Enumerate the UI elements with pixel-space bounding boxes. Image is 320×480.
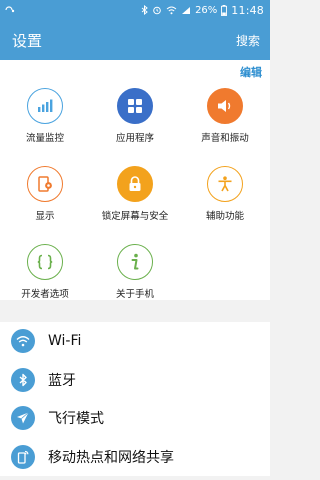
tile-data-usage[interactable]: 流量监控: [0, 86, 90, 164]
list-item-label: 移动热点和网络共享: [48, 449, 174, 466]
alarm-icon: [152, 5, 162, 15]
tile-accessibility[interactable]: 辅助功能: [180, 164, 270, 242]
list-item-hotspot[interactable]: 移动热点和网络共享: [0, 438, 270, 477]
list-item-airplane-mode[interactable]: 飞行模式: [0, 399, 270, 438]
search-button[interactable]: 搜索: [236, 32, 260, 49]
list-item-wifi[interactable]: Wi-Fi: [0, 322, 270, 361]
tile-display[interactable]: 显示: [0, 164, 90, 242]
display-icon: [27, 166, 63, 202]
notification-icon: [5, 6, 15, 14]
lock-icon: [117, 166, 153, 202]
tile-label: 开发者选项: [21, 289, 69, 300]
data-usage-icon: [27, 88, 63, 124]
bluetooth-status-icon: [141, 5, 148, 15]
clock: 11:48: [231, 3, 264, 17]
list-item-label: 飞行模式: [48, 411, 104, 428]
wifi-icon: [11, 329, 35, 354]
app-bar: 设置 搜索: [0, 20, 270, 60]
settings-screen: 26% 11:48 设置 搜索 编辑 流量监控 应用程序 声音和振动 显示 锁定…: [0, 0, 270, 480]
list-item-bluetooth[interactable]: 蓝牙: [0, 361, 270, 400]
accessibility-icon: [207, 166, 243, 202]
tile-label: 流量监控: [25, 133, 64, 144]
wifi-status-icon: [166, 6, 177, 15]
quick-settings-grid: 编辑 流量监控 应用程序 声音和振动 显示 锁定屏幕与安全 辅助功能 开发者选项…: [0, 60, 270, 300]
tile-about-phone[interactable]: 关于手机: [90, 242, 180, 320]
tile-label: 显示: [35, 211, 55, 222]
battery-icon: [221, 4, 228, 16]
applications-icon: [117, 88, 153, 124]
status-bar: 26% 11:48: [0, 0, 270, 20]
tile-lock-screen-security[interactable]: 锁定屏幕与安全: [90, 164, 180, 242]
battery-percent: 26%: [195, 4, 218, 16]
airplane-icon: [11, 406, 35, 431]
tile-label: 关于手机: [115, 289, 154, 300]
sound-icon: [207, 88, 243, 124]
tile-label: 声音和振动: [201, 133, 249, 144]
tile-sound-vibration[interactable]: 声音和振动: [180, 86, 270, 164]
edit-button[interactable]: 编辑: [240, 64, 262, 80]
connections-list: Wi-Fi 蓝牙 飞行模式 移动热点和网络共享: [0, 322, 270, 476]
tile-label: 锁定屏幕与安全: [101, 211, 169, 222]
list-item-label: 蓝牙: [48, 372, 76, 389]
page-title: 设置: [12, 31, 43, 50]
tile-label: 辅助功能: [205, 211, 244, 222]
list-item-label: Wi-Fi: [48, 333, 82, 350]
tile-label: 应用程序: [115, 133, 154, 144]
signal-icon: [181, 6, 191, 15]
developer-options-icon: [27, 244, 63, 280]
hotspot-icon: [11, 444, 35, 469]
about-phone-icon: [117, 244, 153, 280]
tile-applications[interactable]: 应用程序: [90, 86, 180, 164]
tile-developer-options[interactable]: 开发者选项: [0, 242, 90, 320]
bluetooth-icon: [11, 367, 35, 392]
